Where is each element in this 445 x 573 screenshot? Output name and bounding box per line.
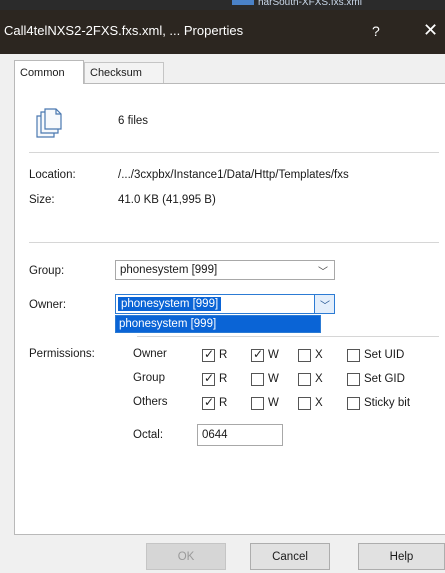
owner-label: Owner: — [29, 299, 67, 311]
perm-group-label: Group — [133, 372, 165, 384]
chevron-down-icon: ﹀ — [320, 301, 330, 312]
octal-label: Octal: — [133, 429, 164, 441]
group-read-checkbox[interactable]: ✓ — [202, 371, 215, 386]
location-value: /.../3cxpbx/Instance1/Data/Http/Template… — [118, 169, 349, 181]
group-select-value: phonesystem [999] — [120, 264, 218, 276]
title-bar[interactable]: Call4telNXS2-2FXS.fxs.xml, ... Propertie… — [0, 10, 445, 54]
close-icon[interactable]: ✕ — [423, 20, 438, 41]
set-uid-checkbox[interactable] — [347, 349, 360, 362]
check-icon: ✓ — [204, 371, 215, 385]
write-label: W — [268, 349, 279, 361]
check-icon: ✓ — [253, 347, 264, 361]
set-gid-label: Set GID — [364, 373, 405, 385]
owner-select[interactable]: phonesystem [999] ﹀ — [115, 294, 335, 314]
file-count: 6 files — [118, 115, 149, 127]
perm-owner-label: Owner — [133, 348, 167, 360]
owner-dropdown-button[interactable]: ﹀ — [314, 295, 334, 313]
tab-common[interactable]: Common — [14, 60, 84, 84]
tab-checksum[interactable]: Checksum — [84, 62, 164, 83]
background-window-icon — [232, 0, 254, 5]
window-title: Call4telNXS2-2FXS.fxs.xml, ... Propertie… — [4, 23, 244, 38]
owner-read-checkbox[interactable]: ✓ — [202, 347, 215, 362]
size-value: 41.0 KB (41,995 B) — [118, 194, 216, 206]
set-uid-label: Set UID — [364, 349, 405, 361]
others-write-checkbox[interactable] — [251, 397, 264, 410]
group-select[interactable]: phonesystem [999] ﹀ — [115, 260, 335, 280]
tab-strip: Common Checksum — [0, 54, 445, 84]
chevron-down-icon: ﹀ — [318, 267, 328, 278]
read-label: R — [219, 349, 228, 361]
help-title-button[interactable]: ? — [372, 23, 380, 39]
write-label: W — [268, 397, 279, 409]
others-read-checkbox[interactable]: ✓ — [202, 395, 215, 410]
perm-others-label: Others — [133, 396, 168, 408]
check-icon: ✓ — [204, 395, 215, 409]
group-label: Group: — [29, 265, 65, 277]
owner-select-value: phonesystem [999] — [118, 297, 222, 311]
read-label: R — [219, 397, 228, 409]
files-icon — [36, 108, 62, 138]
owner-write-checkbox[interactable]: ✓ — [251, 347, 264, 362]
octal-value: 0644 — [202, 429, 228, 441]
location-label: Location: — [29, 169, 76, 181]
group-write-checkbox[interactable] — [251, 373, 264, 386]
separator — [137, 336, 439, 337]
owner-dropdown-list: phonesystem [999] — [115, 315, 321, 333]
cancel-button[interactable]: Cancel — [250, 543, 330, 570]
background-window-title: harSouth-XFXS.fxs.xml — [258, 0, 362, 8]
group-execute-checkbox[interactable] — [298, 373, 311, 386]
permissions-label: Permissions: — [29, 348, 95, 360]
sticky-bit-label: Sticky bit — [364, 397, 411, 409]
separator — [29, 152, 439, 153]
execute-label: X — [315, 373, 323, 385]
read-label: R — [219, 373, 228, 385]
owner-execute-checkbox[interactable] — [298, 349, 311, 362]
sticky-bit-checkbox[interactable] — [347, 397, 360, 410]
others-execute-checkbox[interactable] — [298, 397, 311, 410]
check-icon: ✓ — [204, 347, 215, 361]
ok-button[interactable]: OK — [146, 543, 226, 570]
execute-label: X — [315, 349, 323, 361]
execute-label: X — [315, 397, 323, 409]
size-label: Size: — [29, 194, 55, 206]
separator — [29, 242, 439, 243]
write-label: W — [268, 373, 279, 385]
octal-input[interactable]: 0644 — [197, 424, 283, 446]
help-button[interactable]: Help — [358, 543, 445, 570]
owner-option[interactable]: phonesystem [999] — [119, 318, 216, 330]
background-window-strip: harSouth-XFXS.fxs.xml — [0, 0, 445, 10]
set-gid-checkbox[interactable] — [347, 373, 360, 386]
